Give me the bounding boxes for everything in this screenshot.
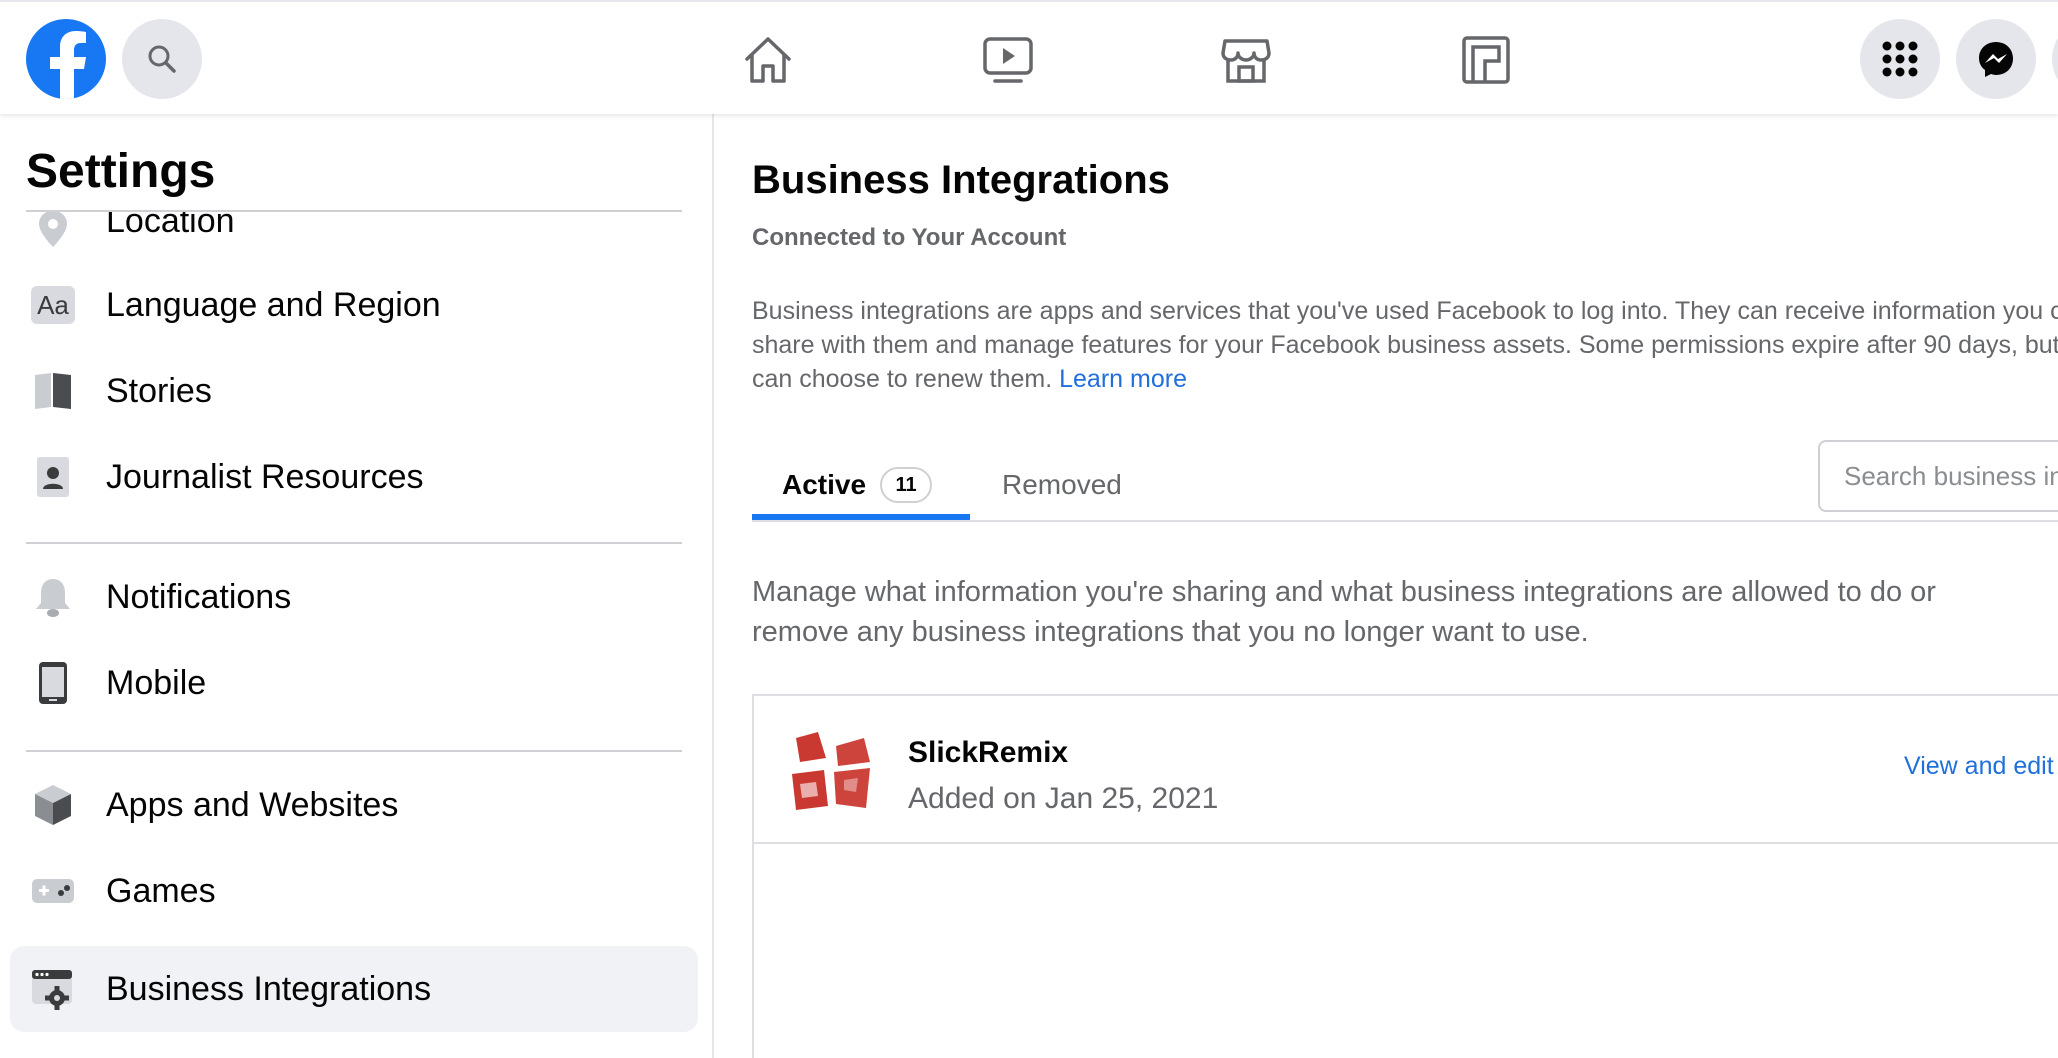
sidebar-item-mobile[interactable]: Mobile [10,640,698,726]
bell-icon [30,574,76,620]
messenger-icon [1979,42,2013,77]
tab-active-label: Active [782,469,867,500]
messenger-button[interactable] [1956,19,2036,99]
description-text: Business integrations are apps and servi… [752,294,2058,396]
page-subtitle: Connected to Your Account [752,224,1067,251]
search-icon [148,45,176,73]
nav-watch[interactable] [980,32,1036,88]
location-pin-icon [30,206,76,252]
tab-removed[interactable]: Removed [1002,450,1122,520]
nav-marketplace[interactable] [1218,32,1274,88]
home-icon [745,37,791,83]
sidebar-item-business-integrations[interactable]: Business Integrations [10,946,698,1032]
nav-gaming[interactable] [1458,32,1514,88]
sidebar-item-stories[interactable]: Stories [10,348,698,434]
learn-more-link[interactable]: Learn more [1059,365,1187,393]
nav-home[interactable] [740,32,796,88]
sidebar-item-label: Notifications [106,577,292,616]
manage-instructions: Manage what information you're sharing a… [752,576,1936,648]
gaming-icon [1462,36,1510,84]
gamepad-icon [30,868,76,914]
mobile-phone-icon [30,660,76,706]
marketplace-icon [1221,39,1271,83]
facebook-f-icon [50,31,86,99]
menu-button[interactable] [1860,19,1940,99]
business-gear-icon [30,966,76,1012]
tab-active[interactable]: Active 11 [782,450,933,520]
active-count-badge: 11 [880,467,933,503]
sidebar-item-games[interactable]: Games [10,848,698,934]
menu-grid-icon [1882,41,1918,77]
settings-title: Settings [26,145,216,198]
sidebar-item-notifications[interactable]: Notifications [10,554,698,640]
cube-icon [30,782,76,828]
sidebar-item-label: Apps and Websites [106,785,399,824]
integrations-list: SlickRemix Added on Jan 25, 2021 View an… [752,694,2058,1058]
sidebar-divider [26,750,682,752]
business-integrations-panel: Business Integrations Connected to Your … [716,114,2058,1058]
language-icon: Aa [30,282,76,328]
watch-icon [983,37,1033,83]
sidebar-item-label: Language and Region [106,285,441,324]
sidebar-item-journalist[interactable]: Journalist Resources [10,434,698,520]
sidebar-item-language[interactable]: Aa Language and Region [10,262,698,348]
page-title: Business Integrations [752,158,1170,202]
search-button[interactable] [122,19,202,99]
list-item[interactable]: SlickRemix Added on Jan 25, 2021 View an… [754,696,2058,844]
account-button[interactable] [2052,19,2058,99]
settings-sidebar: Location Settings Aa Language and Region… [0,114,714,1058]
sidebar-item-label: Stories [106,371,212,410]
stories-book-icon [30,368,76,414]
integration-added-date: Added on Jan 25, 2021 [908,782,1219,815]
integration-name: SlickRemix [908,736,1069,769]
sidebar-item-apps-websites[interactable]: Apps and Websites [10,762,698,848]
journalist-badge-icon [30,454,76,500]
tab-removed-label: Removed [1002,469,1122,500]
facebook-logo[interactable] [26,19,106,99]
top-navigation-bar [0,0,2058,114]
sidebar-item-label: Mobile [106,663,207,702]
sidebar-item-label: Games [106,871,216,910]
description-body: Business integrations are apps and servi… [752,297,2058,393]
sidebar-item-label: Business Integrations [106,969,432,1008]
tabs-divider [752,520,2058,522]
search-business-integrations-input[interactable] [1818,440,2058,512]
slickremix-logo [786,728,874,816]
sidebar-divider [26,542,682,544]
active-tab-indicator [752,514,970,520]
sidebar-header-divider [26,210,682,212]
sidebar-item-label: Journalist Resources [106,457,424,496]
view-and-edit-link[interactable]: View and edit [1904,752,2054,781]
